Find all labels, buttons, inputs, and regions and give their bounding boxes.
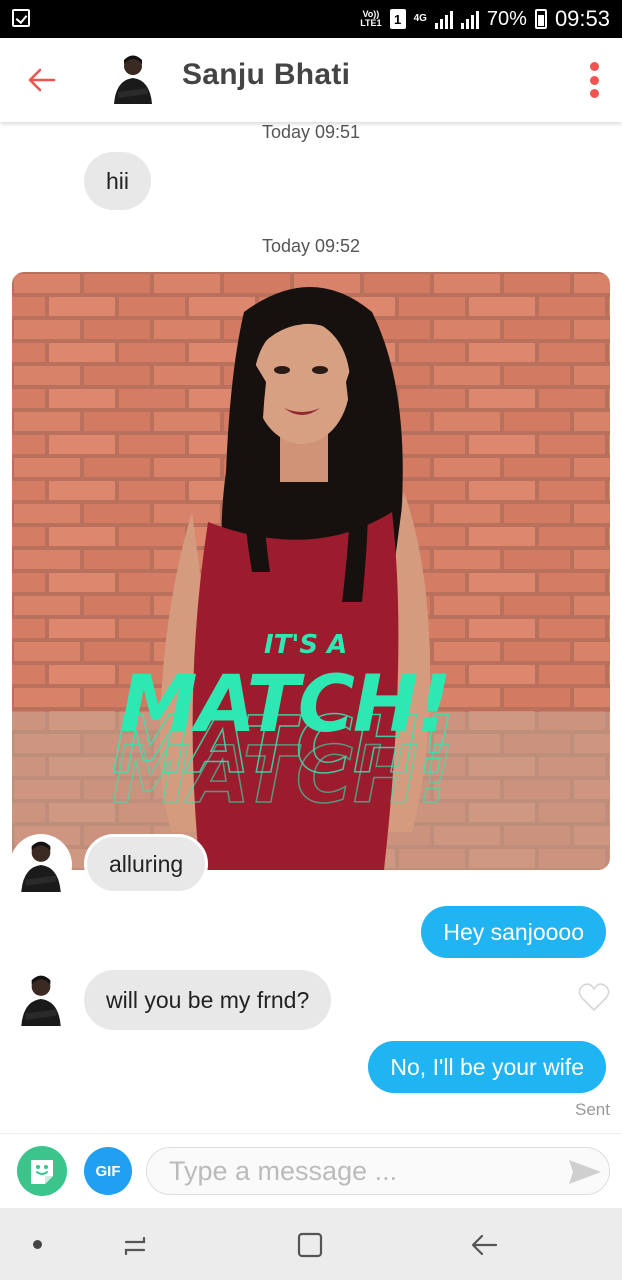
message-input[interactable] — [169, 1154, 549, 1188]
network-type: 4G — [413, 13, 427, 24]
status-bar: Vo)) LTE1 1 4G 70% 09:53 — [0, 0, 622, 38]
signal-strength-icon — [434, 9, 453, 29]
match-title-large: MATCH! — [120, 660, 452, 750]
sim-indicator: 1 — [389, 9, 406, 29]
message-text: Hey sanjoooo — [443, 919, 584, 945]
chat-header: Sanju Bhati — [0, 38, 622, 122]
back-nav-icon[interactable] — [468, 1228, 502, 1262]
signal-strength-icon-2 — [460, 9, 479, 29]
system-nav-bar — [0, 1208, 622, 1280]
match-card-image[interactable]: MATCH! MATCH! IT'S A MATCH! — [12, 272, 610, 870]
like-heart-icon[interactable] — [578, 982, 610, 1012]
more-vertical-icon — [589, 62, 599, 71]
message-incoming[interactable]: alluring — [84, 834, 209, 894]
contact-avatar-small[interactable] — [15, 838, 67, 892]
message-incoming[interactable]: hii — [84, 152, 152, 210]
gif-button[interactable]: GIF — [84, 1147, 132, 1195]
message-text: hii — [106, 168, 130, 194]
nav-dot-icon[interactable] — [33, 1240, 42, 1249]
back-button[interactable] — [22, 60, 62, 100]
battery-icon — [534, 9, 547, 29]
volte-indicator: Vo)) LTE1 — [360, 9, 382, 28]
message-text: alluring — [109, 851, 184, 877]
message-outgoing[interactable]: No, I'll be your wife — [368, 1041, 606, 1093]
checkbox-notification-icon — [12, 9, 30, 27]
contact-name[interactable]: Sanju Bhati — [182, 58, 350, 92]
sticker-icon — [31, 1160, 53, 1184]
message-text: will you be my frnd? — [106, 987, 310, 1013]
sent-status: Sent — [575, 1100, 610, 1119]
message-outgoing[interactable]: Hey sanjoooo — [421, 906, 606, 958]
more-options-button[interactable] — [582, 58, 606, 102]
message-input-wrapper — [146, 1147, 610, 1195]
timestamp: Today 09:52 — [261, 236, 361, 256]
timestamp: Today 09:51 — [261, 122, 361, 142]
contact-avatar[interactable] — [110, 52, 156, 104]
contact-avatar-small[interactable] — [15, 972, 67, 1026]
sticker-button[interactable] — [17, 1146, 67, 1196]
arrow-left-icon — [28, 68, 56, 92]
clock: 09:53 — [554, 6, 610, 31]
match-photo: MATCH! MATCH! — [12, 272, 610, 870]
home-icon[interactable] — [293, 1228, 327, 1262]
message-text: No, I'll be your wife — [390, 1054, 584, 1080]
send-icon[interactable] — [565, 1156, 605, 1188]
match-title-small: IT'S A — [264, 630, 348, 660]
message-incoming[interactable]: will you be my frnd? — [84, 970, 332, 1030]
battery-percent: 70% — [486, 7, 527, 30]
message-composer: GIF — [0, 1133, 622, 1208]
recent-apps-icon[interactable] — [118, 1228, 152, 1262]
